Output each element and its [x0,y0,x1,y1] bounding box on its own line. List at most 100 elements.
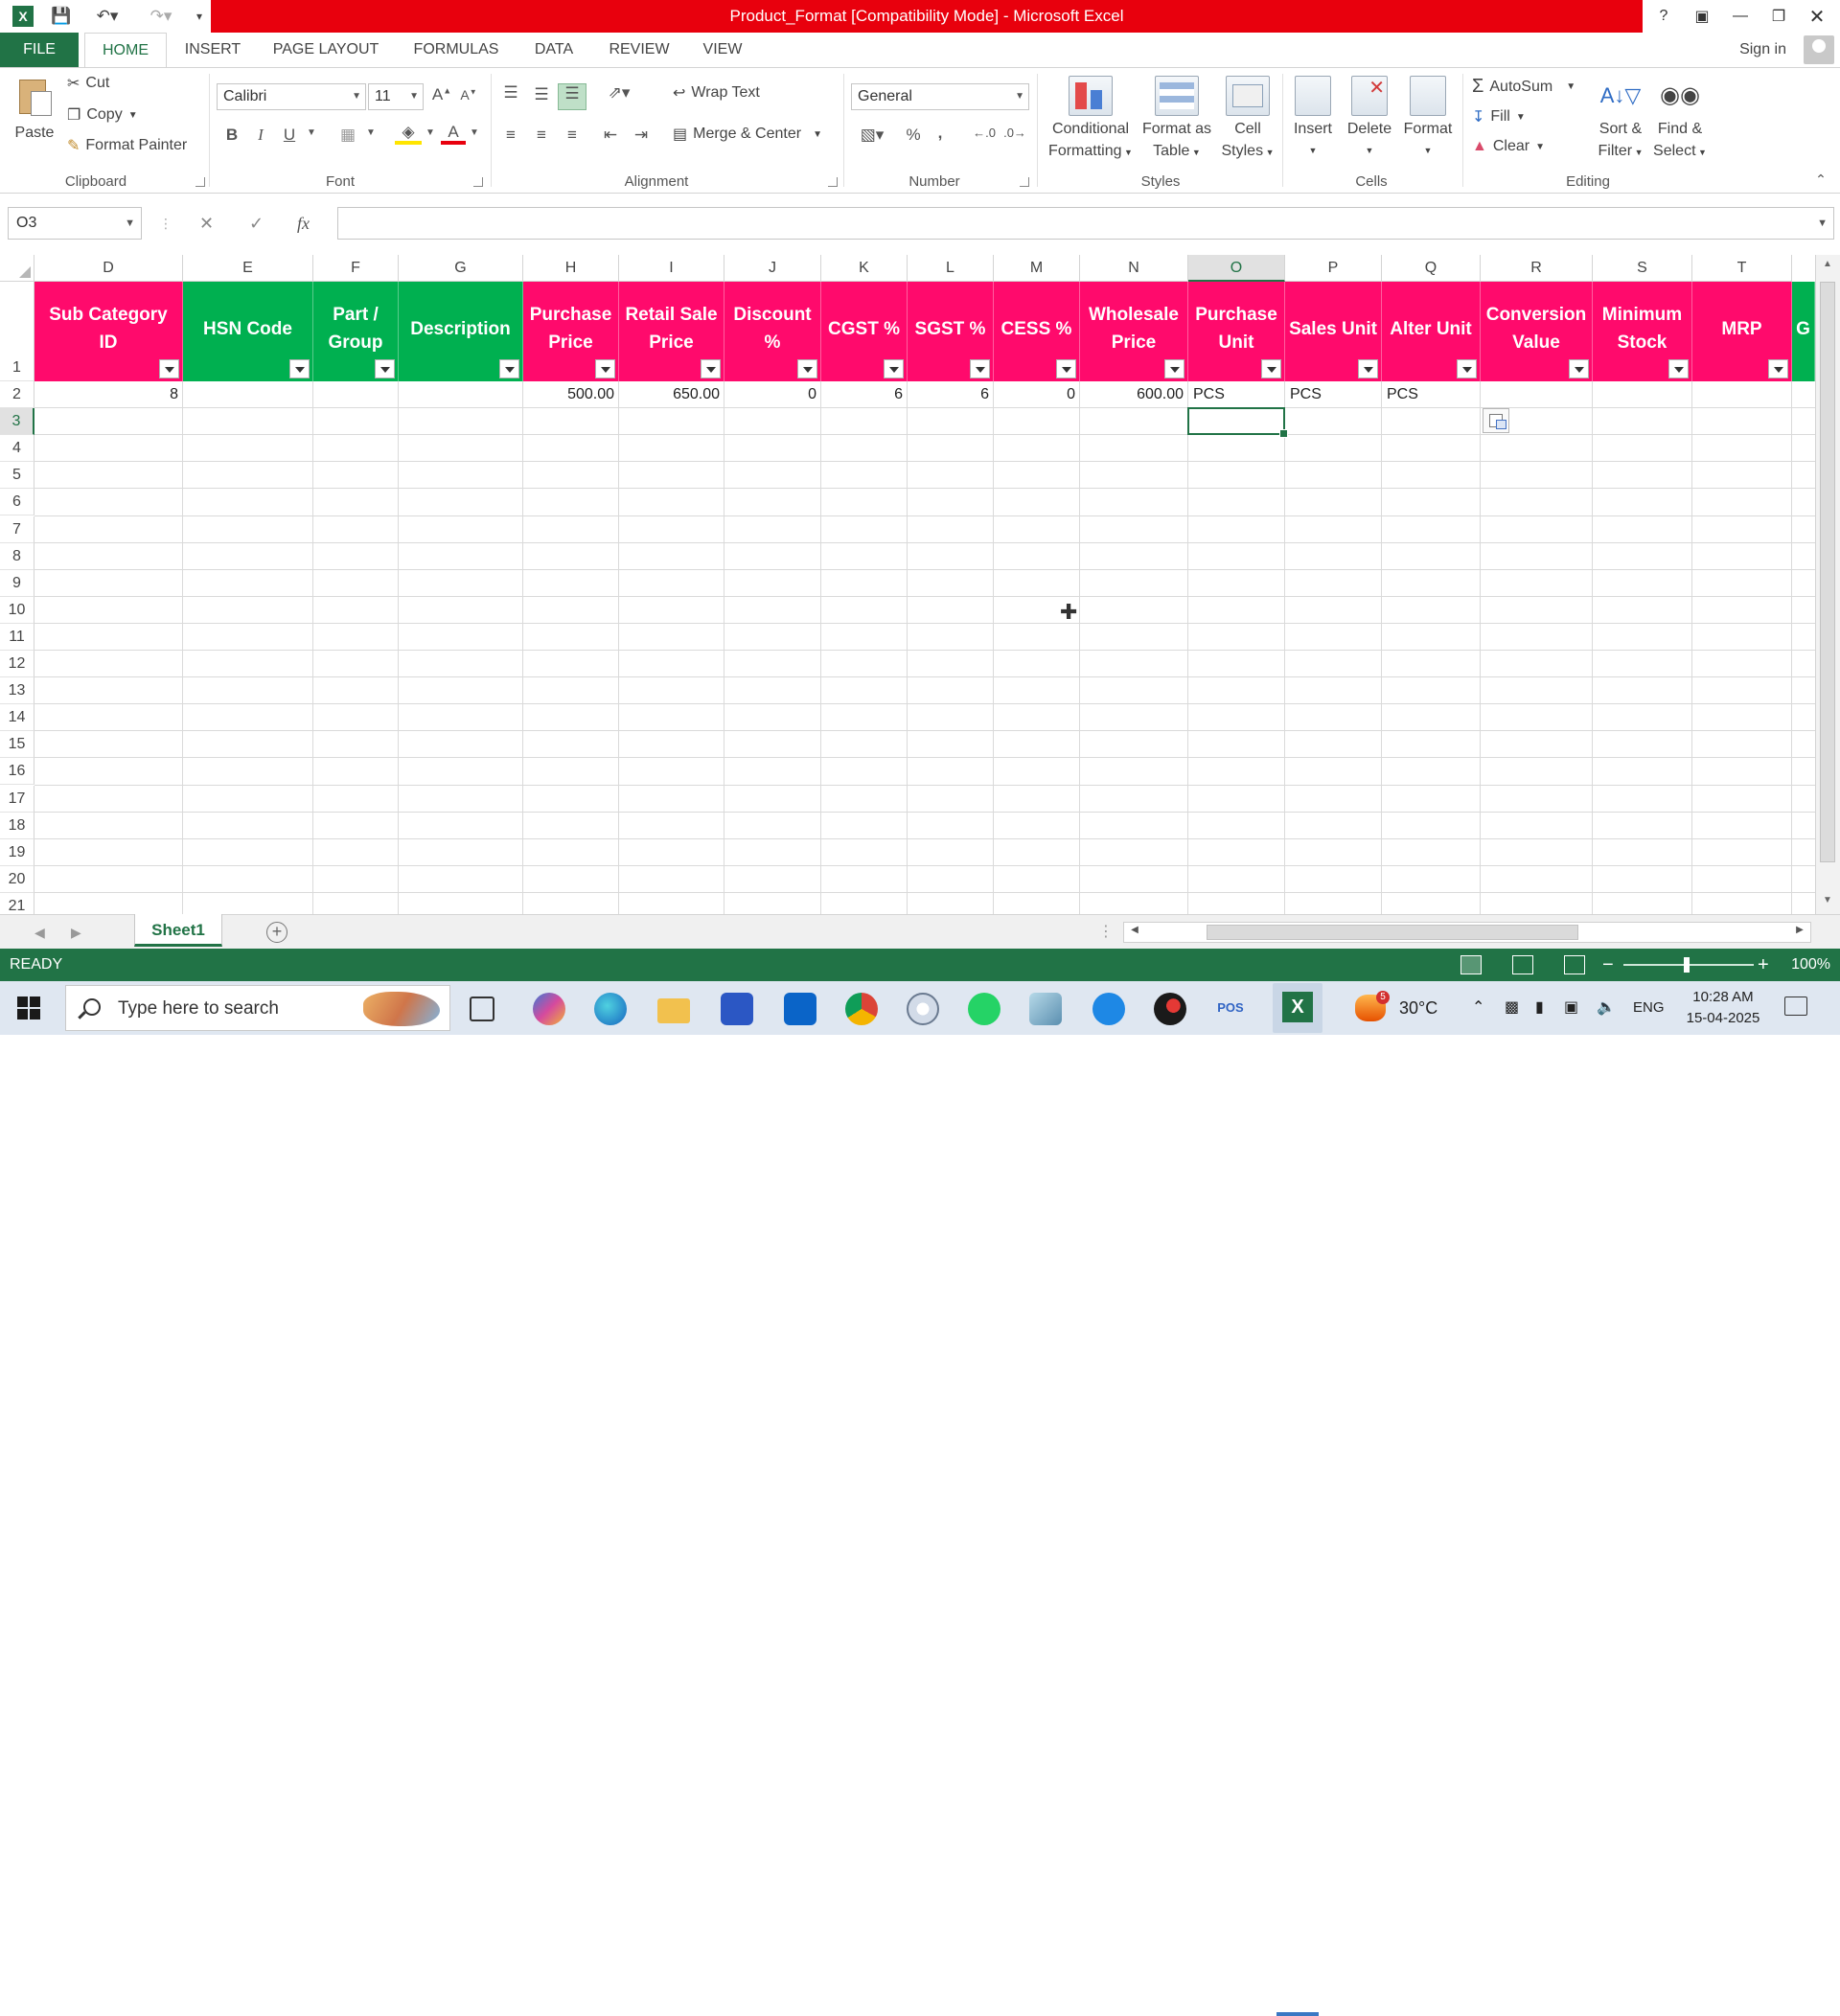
tab-file[interactable]: FILE [0,33,79,67]
clock[interactable]: 10:28 AM 15-04-2025 [1677,987,1769,1029]
header-cell-sgst[interactable]: SGST % [908,282,994,381]
top-align-icon[interactable]: ☰ [498,83,523,103]
row-header-5[interactable]: 5 [0,462,34,490]
column-header-i[interactable]: I [619,255,724,282]
input-language[interactable]: ENG [1633,981,1665,1035]
column-header-j[interactable]: J [724,255,821,282]
sort-filter-button[interactable]: A↓▽ Sort & Filter ▼ [1591,76,1650,164]
undo-icon[interactable]: ↶▾ [88,4,126,29]
alignment-launcher-icon[interactable] [828,177,838,187]
active-cell[interactable] [1187,407,1288,439]
row-header-19[interactable]: 19 [0,838,34,866]
tab-insert[interactable]: INSERT [178,33,247,67]
normal-view-icon[interactable] [1460,955,1482,974]
tab-data[interactable]: DATA [527,33,581,67]
header-cell-part-group[interactable]: Part / Group [313,282,399,381]
snipping-tool-icon[interactable] [907,993,939,1025]
sheet-prev-icon[interactable]: ◀ [34,915,45,950]
row-header-4[interactable]: 4 [0,435,34,463]
grow-font-icon[interactable]: A▲ [431,85,452,104]
merge-center-button[interactable]: ▤ Merge & Center ▼ [673,125,822,144]
worksheet-grid[interactable]: D E F G H I J K L M N O P Q R S T 1 2 3 4 5 6 7 8 9 10 11 12 13 14 15 16… [0,255,1840,914]
align-right-icon[interactable]: ≡ [560,126,585,145]
column-header-g[interactable]: G [399,255,523,282]
column-header-q[interactable]: Q [1382,255,1481,282]
column-header-m[interactable]: M [994,255,1080,282]
align-left-icon[interactable]: ≡ [498,126,523,145]
format-as-table-button[interactable]: Format as Table ▼ [1137,76,1217,164]
fill-button[interactable]: ↧ Fill ▼ [1472,107,1526,126]
clear-dropdown-icon[interactable]: ▼ [1535,142,1545,152]
filter-dropdown-icon[interactable] [701,359,721,378]
font-color-icon[interactable]: A [441,124,466,145]
copilot-icon[interactable] [533,993,565,1025]
weather-icon[interactable]: 5 [1355,991,1390,1021]
column-header-n[interactable]: N [1080,255,1188,282]
clipboard-launcher-icon[interactable] [196,177,205,187]
zoom-level[interactable]: 100% [1791,949,1830,981]
redo-icon[interactable]: ↷▾ [142,4,180,29]
percent-style-button[interactable]: % [901,126,926,145]
tab-view[interactable]: VIEW [696,33,749,67]
copy-button[interactable]: ❐ Copy ▼ [67,105,138,125]
cut-button[interactable]: ✂ Cut [67,74,109,93]
font-color-dropdown-icon[interactable]: ▼ [468,127,481,138]
row-header-1[interactable]: 1 [0,282,34,381]
scroll-up-icon[interactable]: ▲ [1820,259,1835,274]
header-cell-purchase-price[interactable]: Purchase Price [523,282,619,381]
filter-dropdown-icon[interactable] [970,359,990,378]
cell-h2[interactable]: 500.00 [523,381,619,408]
header-cell-description[interactable]: Description [399,282,523,381]
outlook-icon[interactable] [784,993,816,1025]
borders-dropdown-icon[interactable]: ▼ [364,127,378,138]
merge-dropdown-icon[interactable]: ▼ [813,129,822,140]
row-header-7[interactable]: 7 [0,515,34,543]
add-sheet-button[interactable]: + [266,922,288,943]
row-header-15[interactable]: 15 [0,731,34,759]
pos-app-icon[interactable]: POS [1211,997,1250,1019]
header-cell-retail-sale-price[interactable]: Retail Sale Price [619,282,724,381]
excel-taskbar-highlight[interactable]: X [1273,983,1322,1033]
zoom-in-button[interactable]: + [1758,949,1769,981]
row-header-2[interactable]: 2 [0,381,34,409]
page-layout-view-icon[interactable] [1512,955,1533,974]
insert-function-button[interactable]: fx [297,207,310,240]
comma-style-button[interactable]: , [930,124,951,143]
cell-o2[interactable]: PCS [1188,381,1285,408]
expand-formula-bar-icon[interactable]: ▼ [1817,208,1828,239]
zoom-slider-thumb[interactable] [1684,957,1690,973]
tab-formulas[interactable]: FORMULAS [406,33,506,67]
filter-dropdown-icon[interactable] [884,359,904,378]
cancel-entry-icon[interactable]: ✕ [199,207,214,240]
help-button[interactable]: ? [1644,0,1683,33]
align-center-icon[interactable]: ≡ [529,126,554,145]
shrink-font-icon[interactable]: A▼ [458,87,479,103]
collapse-ribbon-icon[interactable]: ⌃ [1809,172,1832,188]
underline-dropdown-icon[interactable]: ▼ [305,127,318,138]
sign-in-link[interactable]: Sign in [1739,33,1786,67]
scroll-right-icon[interactable]: ▶ [1791,925,1808,940]
autosum-button[interactable]: Σ AutoSum ▼ [1472,76,1576,98]
column-header-p[interactable]: P [1285,255,1382,282]
cell-j2[interactable]: 0 [724,381,821,408]
row-header-3[interactable]: 3 [0,408,34,436]
row-header-17[interactable]: 17 [0,785,34,813]
restore-button[interactable]: ❐ [1760,0,1798,33]
row-header-9[interactable]: 9 [0,569,34,597]
header-cell-cess[interactable]: CESS % [994,282,1080,381]
sheet-tab-sheet1[interactable]: Sheet1 [134,914,222,947]
cell-k2[interactable]: 6 [821,381,908,408]
header-cell-minimum-stock[interactable]: Minimum Stock [1593,282,1692,381]
fill-color-dropdown-icon[interactable]: ▼ [424,127,437,138]
header-cell-cgst[interactable]: CGST % [821,282,908,381]
filter-dropdown-icon[interactable] [1569,359,1589,378]
bottom-align-icon[interactable]: ☰ [558,83,586,110]
task-view-icon[interactable] [470,997,494,1021]
column-header-k[interactable]: K [821,255,908,282]
number-format-combo[interactable]: General ▼ [851,83,1029,110]
messenger-icon[interactable] [1092,993,1125,1025]
row-header-18[interactable]: 18 [0,812,34,839]
ribbon-display-options-icon[interactable]: ▣ [1683,0,1721,33]
filter-dropdown-icon[interactable] [1358,359,1378,378]
font-size-combo[interactable]: 11 ▼ [368,83,424,110]
